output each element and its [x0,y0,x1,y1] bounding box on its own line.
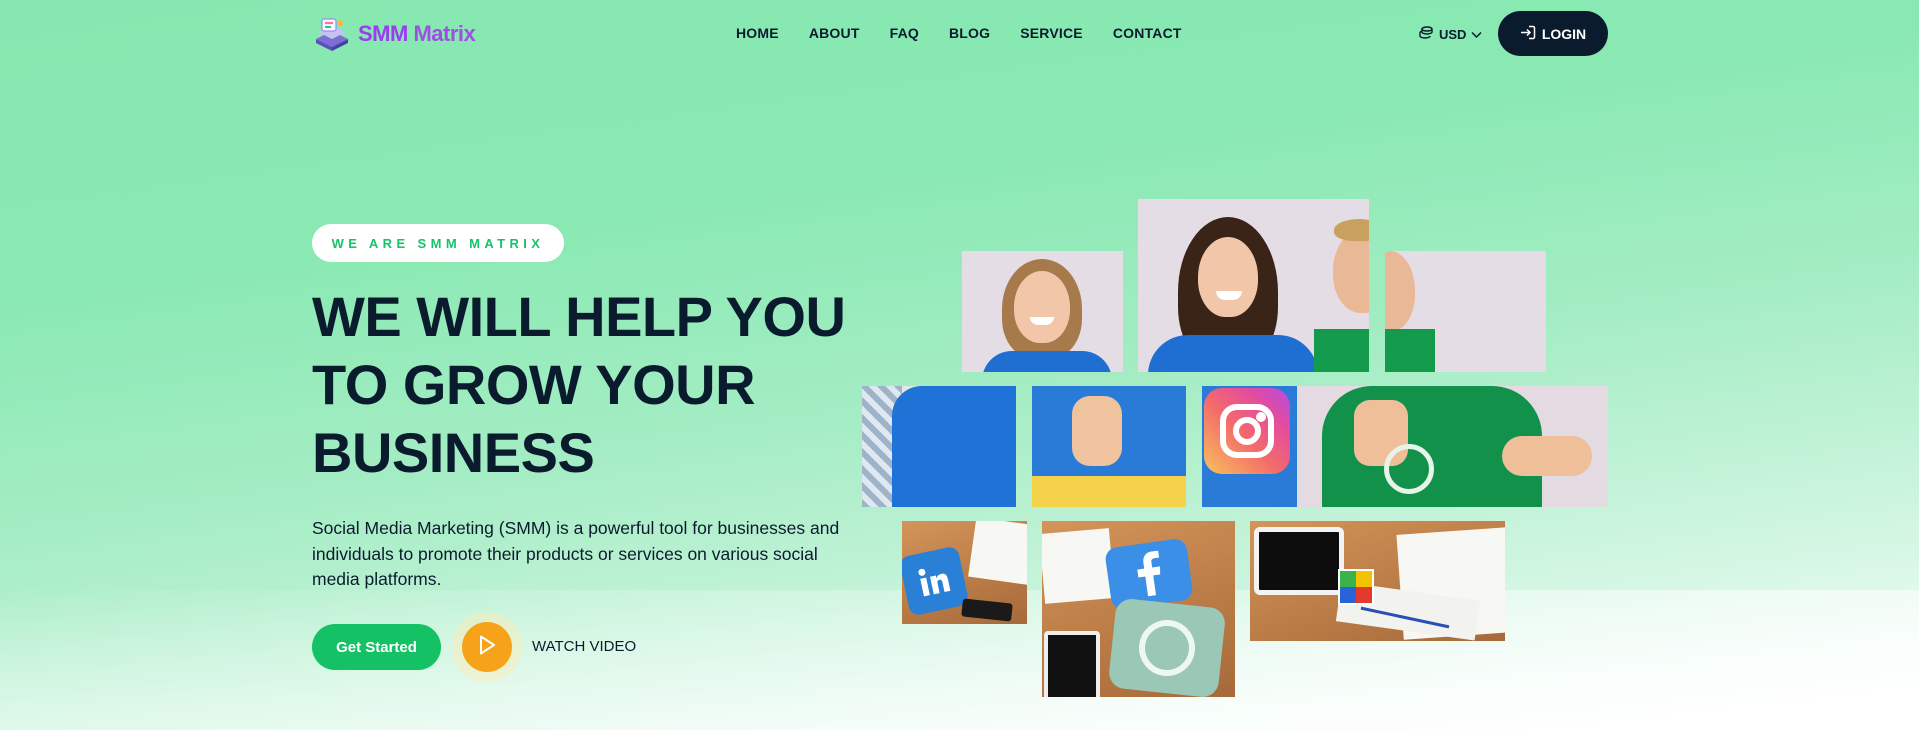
coins-icon [1418,25,1434,44]
play-icon [477,634,497,661]
nav-contact[interactable]: CONTACT [1113,25,1182,41]
hero-headline: WE WILL HELP YOU TO GROW YOUR BUSINESS [312,285,846,484]
facebook-icon [1104,537,1194,611]
photo-tile-facebook-whatsapp [1042,521,1235,697]
photo-tile-thumbs-up-left [1032,386,1186,507]
logo-text-matrix: Matrix [413,21,476,46]
photo-tile-instagram-whatsapp [1202,386,1608,507]
logo-text: SMM Matrix [358,21,476,47]
nav-about[interactable]: ABOUT [809,25,860,41]
login-button[interactable]: LOGIN [1498,11,1608,56]
watch-video-button[interactable] [452,612,522,682]
nav-service[interactable]: SERVICE [1020,25,1083,41]
nav-faq[interactable]: FAQ [890,25,919,41]
whatsapp-icon [1384,444,1434,494]
nav-blog[interactable]: BLOG [949,25,990,41]
photo-tile-blue-shirt [862,386,1016,507]
photo-tile-woman-center [1138,199,1369,372]
currency-selector[interactable]: USD [1418,25,1482,44]
photo-tile-desk-rubiks [1250,521,1505,641]
main-nav: HOME ABOUT FAQ BLOG SERVICE CONTACT [736,25,1182,41]
whatsapp-icon-2 [1107,597,1227,697]
logo[interactable]: SMM Matrix [312,15,476,53]
photo-tile-woman-left [962,251,1123,372]
login-label: LOGIN [1541,25,1587,42]
currency-label: USD [1439,27,1467,42]
play-button[interactable] [462,622,512,672]
linkedin-icon [902,545,970,617]
photo-tile-man-right [1385,251,1546,372]
login-icon [1520,25,1536,43]
site-header: SMM Matrix HOME ABOUT FAQ BLOG SERVICE C… [0,0,1919,68]
nav-home[interactable]: HOME [736,25,779,41]
chevron-down-icon [1471,27,1482,42]
instagram-icon [1204,388,1290,474]
watch-video-label[interactable]: WATCH VIDEO [532,638,636,655]
hero-description: Social Media Marketing (SMM) is a powerf… [312,518,840,589]
logo-text-smm: SMM [358,21,408,46]
get-started-button[interactable]: Get Started [312,624,441,670]
tagline-badge: WE ARE SMM MATRIX [312,224,564,262]
photo-tile-linkedin [902,521,1027,624]
logo-icon [312,15,352,53]
